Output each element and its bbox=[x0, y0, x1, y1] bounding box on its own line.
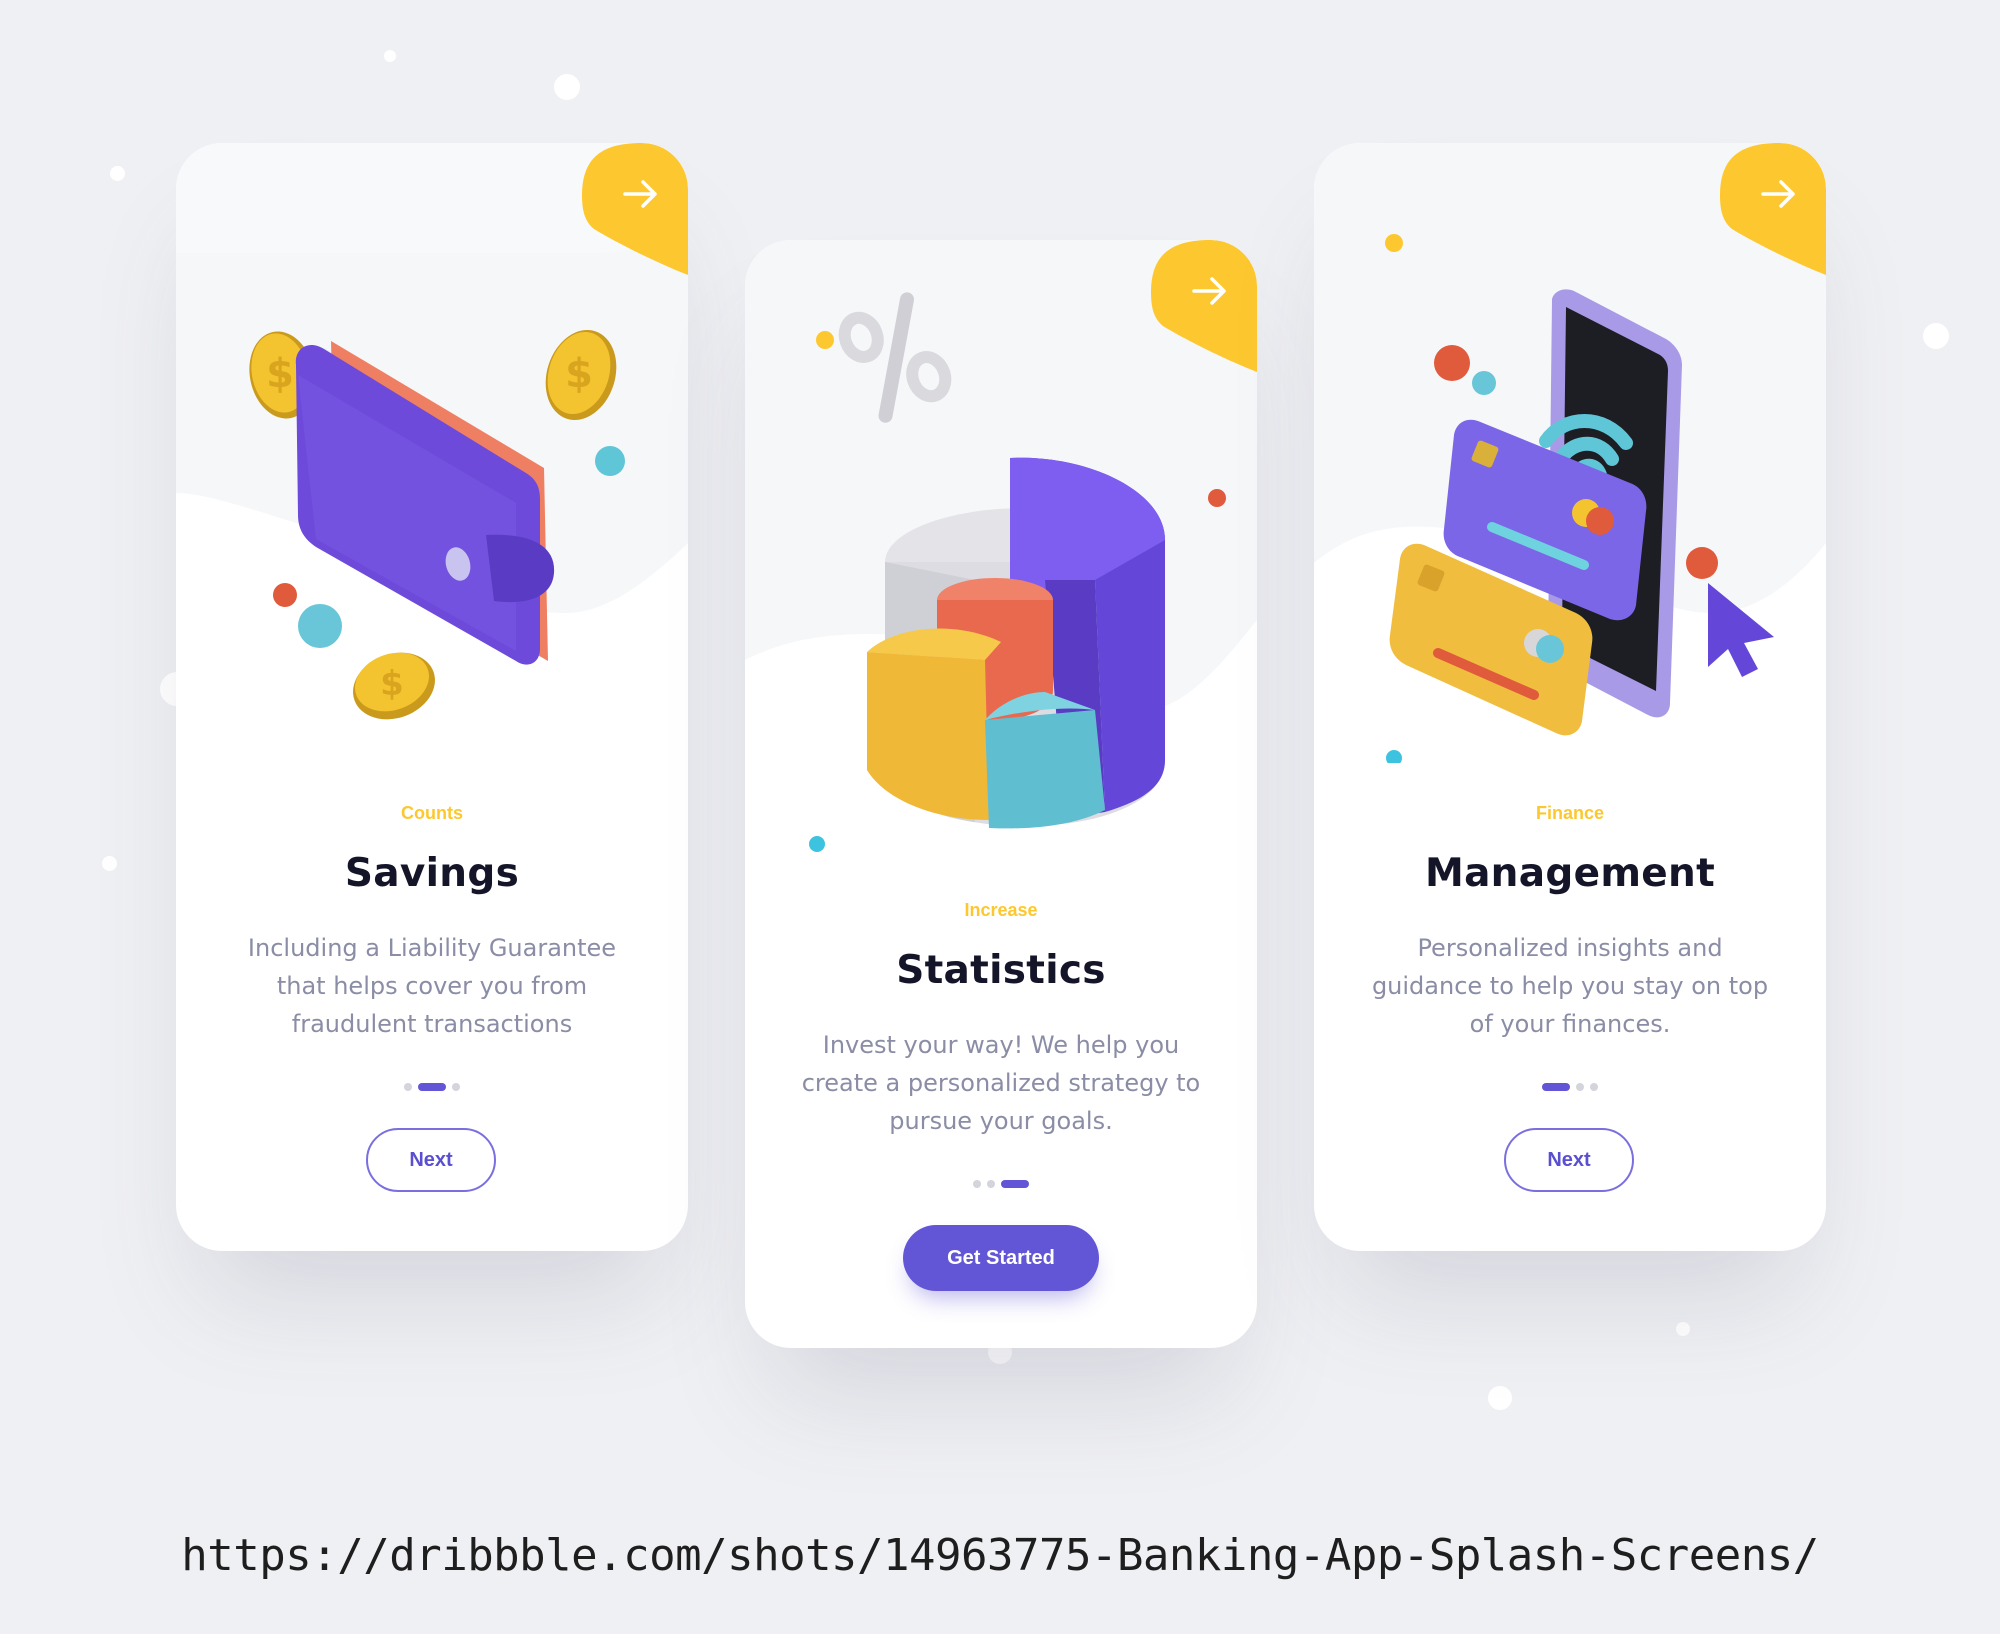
arrow-right-icon bbox=[622, 179, 660, 209]
coin-icon: $ bbox=[545, 330, 617, 420]
background-dot bbox=[110, 166, 125, 181]
coin-icon: $ bbox=[353, 652, 435, 720]
background-dot bbox=[384, 50, 396, 62]
page-dot bbox=[987, 1180, 995, 1188]
card-eyebrow: Counts bbox=[401, 803, 463, 823]
onboarding-card-statistics: Increase Statistics Invest your way! We … bbox=[745, 240, 1257, 1348]
card-title: Savings bbox=[344, 851, 520, 896]
arrow-right-icon bbox=[1191, 276, 1229, 306]
svg-text:$: $ bbox=[380, 664, 404, 704]
onboarding-card-savings: $ $ $ Counts Savings Including a Liabili… bbox=[176, 143, 688, 1251]
card-eyebrow: Finance bbox=[1535, 803, 1605, 823]
background-dot bbox=[1923, 323, 1949, 349]
card-eyebrow: Increase bbox=[964, 900, 1038, 920]
page-indicator bbox=[176, 1082, 688, 1092]
card-description: Including a Liability Guarantee that hel… bbox=[247, 934, 617, 1038]
background-dot bbox=[102, 856, 117, 871]
page-dot bbox=[452, 1083, 460, 1091]
page-dot bbox=[404, 1083, 412, 1091]
background-dot bbox=[1676, 1322, 1690, 1336]
next-button[interactable]: Next bbox=[366, 1128, 496, 1192]
get-started-button[interactable]: Get Started bbox=[903, 1225, 1099, 1291]
next-button[interactable]: Next bbox=[1504, 1128, 1634, 1192]
page-indicator bbox=[745, 1179, 1257, 1189]
page-dot-active bbox=[418, 1083, 446, 1091]
pie-chart-icon bbox=[809, 292, 1226, 852]
onboarding-card-management: Finance Management Personalized insights… bbox=[1314, 143, 1826, 1251]
card-description: Personalized insights and guidance to he… bbox=[1371, 934, 1769, 1038]
card-title: Management bbox=[1424, 851, 1716, 896]
percent-icon bbox=[838, 292, 952, 423]
svg-text:$: $ bbox=[266, 351, 294, 397]
page-dot bbox=[1590, 1083, 1598, 1091]
card-description: Invest your way! We help you create a pe… bbox=[801, 1031, 1201, 1135]
page-dot-active bbox=[1001, 1180, 1029, 1188]
cursor-icon bbox=[1708, 583, 1774, 677]
page-dot-active bbox=[1542, 1083, 1570, 1091]
background-dot bbox=[1488, 1386, 1512, 1410]
page-dot bbox=[1576, 1083, 1584, 1091]
card-title: Statistics bbox=[896, 948, 1106, 993]
arrow-right-icon bbox=[1760, 179, 1798, 209]
background-dot bbox=[554, 74, 580, 100]
page-indicator bbox=[1314, 1082, 1826, 1092]
source-url-caption: https://dribbble.com/shots/14963775-Bank… bbox=[181, 1530, 1819, 1581]
svg-text:$: $ bbox=[565, 351, 593, 397]
page-dot bbox=[973, 1180, 981, 1188]
